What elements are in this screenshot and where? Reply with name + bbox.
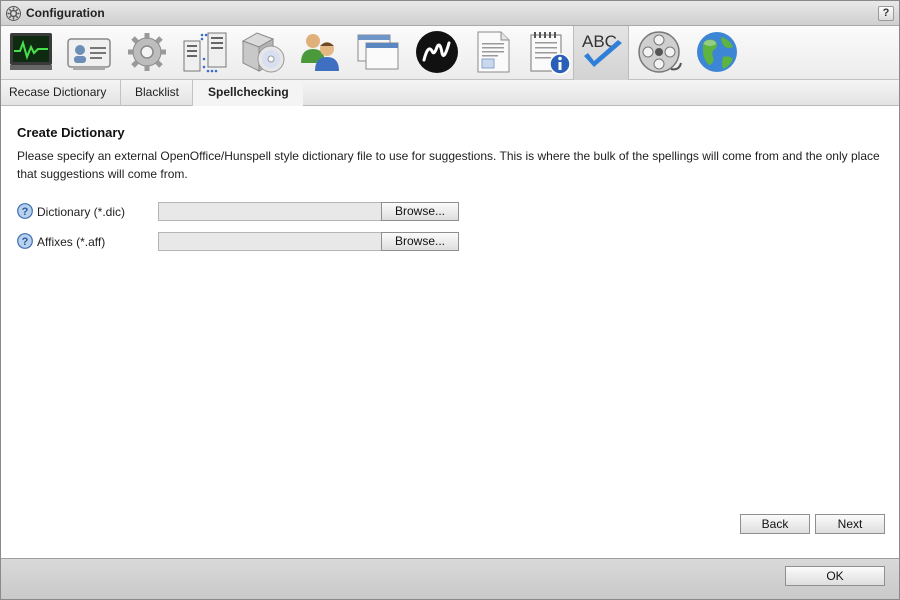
toolbar-film-reel[interactable] (631, 26, 687, 80)
dictionary-label: Dictionary (*.dic) (37, 205, 126, 219)
main-content: Create Dictionary Please specify an exte… (1, 107, 899, 558)
sub-tab-bar: Recase Dictionary Blacklist Spellcheckin… (1, 80, 899, 106)
document-icon (477, 31, 510, 73)
gear-icon (6, 6, 21, 21)
toolbar-idcard[interactable] (61, 26, 117, 80)
id-card-icon (67, 38, 111, 70)
affixes-browse-button[interactable]: Browse... (381, 232, 459, 251)
settings-gear-icon (128, 33, 166, 71)
toolbar-settings[interactable] (119, 26, 175, 80)
help-button[interactable]: ? (878, 6, 894, 21)
notepad-info-icon (530, 32, 571, 75)
toolbar-notepad-info[interactable] (521, 26, 577, 80)
toolbar-users[interactable] (293, 26, 349, 80)
next-button[interactable]: Next (815, 514, 885, 534)
dictionary-path-field[interactable] (158, 202, 382, 221)
toolbar-spellcheck[interactable]: ABC (573, 26, 629, 80)
toolbar-windows[interactable] (351, 26, 407, 80)
monitor-activity-icon (10, 33, 52, 70)
window-title: Configuration (26, 6, 105, 20)
toolbar-software[interactable] (235, 26, 291, 80)
tab-recase-dictionary[interactable]: Recase Dictionary (1, 80, 121, 106)
tab-blacklist[interactable]: Blacklist (121, 80, 193, 106)
affixes-row: ? Affixes (*.aff) Browse... (17, 232, 477, 252)
toolbar-globe[interactable] (689, 26, 745, 80)
footer-bar: OK (1, 558, 899, 599)
globe-icon (697, 32, 737, 72)
users-icon (301, 34, 339, 71)
toolbar-monitor[interactable] (3, 26, 59, 80)
svg-text:?: ? (22, 206, 29, 218)
m-logo-icon (416, 31, 458, 73)
dictionary-row: ? Dictionary (*.dic) Browse... (17, 202, 477, 222)
configuration-window: Configuration ? ABC Recase Dictionary Bl… (0, 0, 900, 600)
toolbar-network[interactable] (177, 26, 233, 80)
windows-icon (357, 34, 399, 70)
toolbar-m-logo[interactable] (409, 26, 465, 80)
film-reel-icon (638, 31, 682, 73)
section-description: Please specify an external OpenOffice/Hu… (17, 149, 880, 181)
spellcheck-abc-icon: ABC (582, 32, 622, 67)
network-servers-icon (183, 32, 227, 73)
title-bar: Configuration ? (1, 1, 899, 26)
help-question-icon[interactable]: ? (17, 203, 33, 219)
tab-spellchecking[interactable]: Spellchecking (193, 80, 303, 106)
toolbar-document[interactable] (465, 26, 521, 80)
icon-toolbar: ABC (1, 26, 899, 80)
ok-button[interactable]: OK (785, 566, 885, 586)
affixes-label: Affixes (*.aff) (37, 235, 106, 249)
section-heading: Create Dictionary (17, 125, 125, 140)
software-box-icon (241, 32, 285, 73)
help-question-icon[interactable]: ? (17, 233, 33, 249)
dictionary-browse-button[interactable]: Browse... (381, 202, 459, 221)
svg-text:?: ? (22, 236, 29, 248)
affixes-path-field[interactable] (158, 232, 382, 251)
back-button[interactable]: Back (740, 514, 810, 534)
